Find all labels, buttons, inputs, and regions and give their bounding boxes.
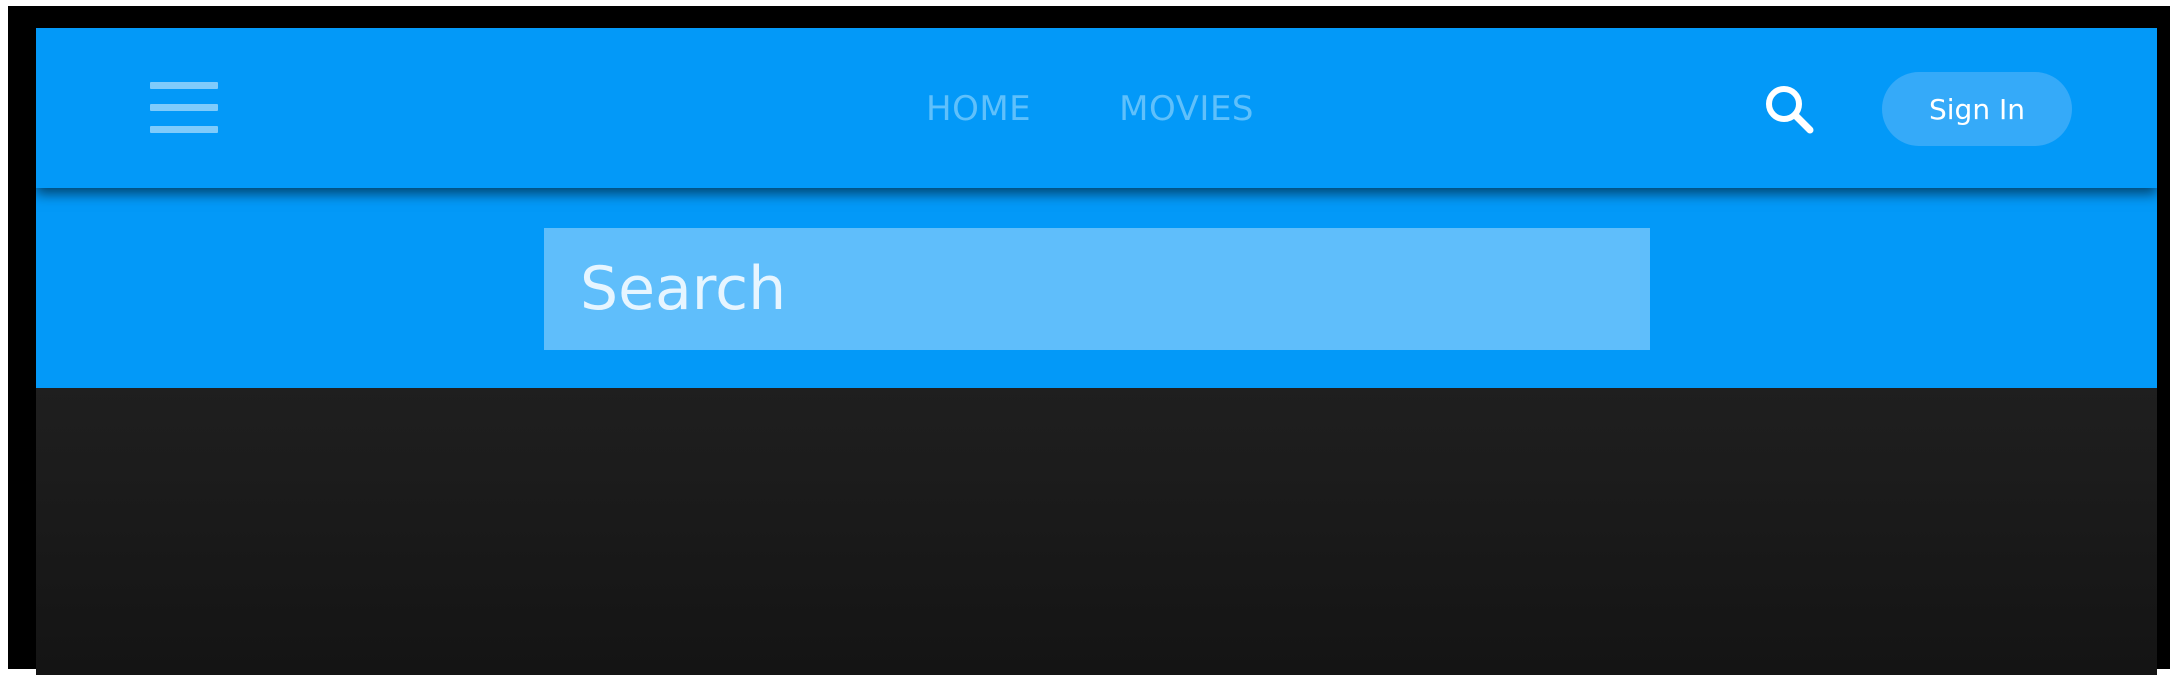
search-input[interactable] bbox=[544, 228, 1650, 350]
app-screen: HOME MOVIES Sign In bbox=[36, 28, 2157, 675]
content-area bbox=[36, 388, 2157, 675]
device-frame: HOME MOVIES Sign In bbox=[8, 6, 2170, 675]
top-navbar: HOME MOVIES Sign In bbox=[36, 28, 2157, 188]
nav-link-home[interactable]: HOME bbox=[926, 84, 1031, 134]
menu-bar bbox=[150, 82, 218, 89]
main-nav: HOME MOVIES bbox=[926, 84, 1254, 134]
search-icon[interactable] bbox=[1760, 80, 1820, 140]
menu-bar bbox=[150, 104, 218, 111]
hamburger-menu-icon[interactable] bbox=[148, 80, 220, 136]
search-bar-section bbox=[36, 188, 2157, 388]
menu-bar bbox=[150, 126, 218, 133]
nav-link-movies[interactable]: MOVIES bbox=[1119, 84, 1254, 134]
sign-in-button[interactable]: Sign In bbox=[1882, 72, 2072, 146]
